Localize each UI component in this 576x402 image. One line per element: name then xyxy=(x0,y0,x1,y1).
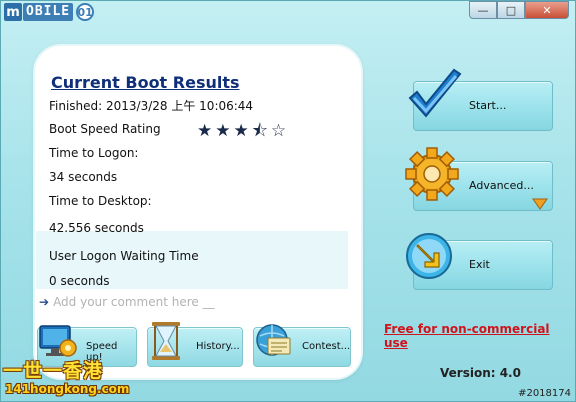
user-logon-value: 0 seconds xyxy=(49,274,110,288)
dropdown-arrow-icon[interactable] xyxy=(532,198,548,210)
watermark-line2: 141hongkong.com xyxy=(5,382,130,396)
app-logo: m OBILE 01 xyxy=(4,2,95,22)
version-label: Version: 4.0 xyxy=(440,366,521,380)
logo-text: OBILE xyxy=(23,3,74,21)
watermark: 一世一香港 141hongkong.com xyxy=(1,356,131,402)
rating-stars: ★★★⯪☆ xyxy=(197,121,290,141)
minimize-button[interactable]: — xyxy=(469,1,497,19)
image-id-label: #2018174 xyxy=(518,388,571,399)
watermark-line1: 一世一香港 xyxy=(3,360,104,382)
history-label: History... xyxy=(196,341,240,352)
free-license-link[interactable]: Free for non-commercial use xyxy=(384,322,575,350)
comment-field[interactable]: ➔ Add your comment here __ xyxy=(39,295,215,309)
time-to-logon-label: Time to Logon: xyxy=(49,146,139,160)
advanced-button[interactable]: Advanced... xyxy=(405,147,553,211)
results-panel: Current Boot Results Finished: 2013/3/28… xyxy=(35,46,361,378)
comment-placeholder[interactable]: Add your comment here __ xyxy=(53,295,215,309)
boot-speed-label: Boot Speed Rating xyxy=(49,122,161,136)
history-button[interactable]: History... xyxy=(147,322,243,367)
globe-document-icon xyxy=(256,324,291,356)
start-button[interactable]: Start... xyxy=(408,68,553,131)
user-logon-label: User Logon Waiting Time xyxy=(49,249,199,263)
window-controls: — □ ✕ xyxy=(469,1,569,19)
contest-button[interactable]: Contest... xyxy=(253,324,351,367)
finished-timestamp: Finished: 2013/3/28 上午 10:06:44 xyxy=(49,99,254,113)
close-button[interactable]: ✕ xyxy=(525,1,569,19)
contest-label: Contest... xyxy=(302,341,351,352)
checkmark-icon xyxy=(408,68,462,118)
exit-button[interactable]: Exit xyxy=(406,233,553,290)
arrow-right-icon: ➔ xyxy=(39,295,50,309)
app-window: m OBILE 01 — □ ✕ Current Boot Results Fi… xyxy=(0,0,576,402)
logo-m-mark: m xyxy=(4,3,22,21)
time-to-desktop-value: 42.556 seconds xyxy=(49,221,144,235)
time-to-desktop-label: Time to Desktop: xyxy=(49,194,152,208)
gear-icon xyxy=(405,147,459,201)
logo-circle-mark: 01 xyxy=(76,3,95,21)
start-label: Start... xyxy=(469,99,507,112)
title-bar: m OBILE 01 — □ ✕ xyxy=(1,1,575,25)
exit-label: Exit xyxy=(469,258,490,271)
hourglass-icon xyxy=(152,322,180,360)
time-to-logon-value: 34 seconds xyxy=(49,170,118,184)
exit-arrow-icon xyxy=(406,233,452,279)
advanced-label: Advanced... xyxy=(469,179,534,192)
panel-title: Current Boot Results xyxy=(51,73,240,92)
maximize-button[interactable]: □ xyxy=(497,1,525,19)
